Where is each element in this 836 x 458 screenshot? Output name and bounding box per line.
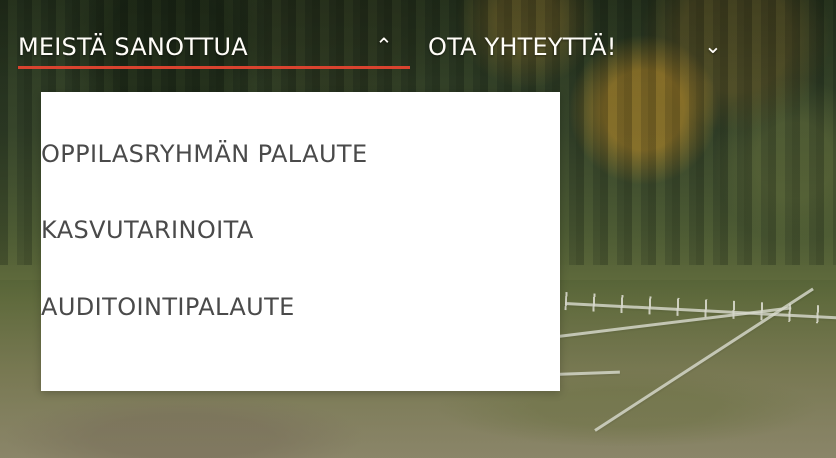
nav-contact-label: Ota yhteyttä! bbox=[428, 33, 617, 61]
page-stage: Meistä sanottua ⌃ Ota yhteyttä! ⌄ Oppila… bbox=[0, 0, 836, 458]
dropdown-item-growth-stories[interactable]: Kasvutarinoita bbox=[41, 212, 491, 248]
active-nav-underline bbox=[18, 66, 410, 69]
nav-about-label: Meistä sanottua bbox=[18, 33, 248, 61]
nav-item-contact[interactable]: Ota yhteyttä! ⌄ bbox=[428, 28, 728, 66]
nav-item-about[interactable]: Meistä sanottua ⌃ bbox=[18, 28, 410, 69]
dropdown-item-student-group-feedback[interactable]: Oppilasryhmän palaute bbox=[41, 136, 491, 172]
chevron-up-icon: ⌃ bbox=[375, 34, 393, 58]
dropdown-item-audit-feedback[interactable]: Auditointipalaute bbox=[41, 289, 491, 325]
chevron-down-icon: ⌄ bbox=[704, 34, 722, 58]
top-navigation: Meistä sanottua ⌃ Ota yhteyttä! ⌄ bbox=[0, 0, 836, 86]
